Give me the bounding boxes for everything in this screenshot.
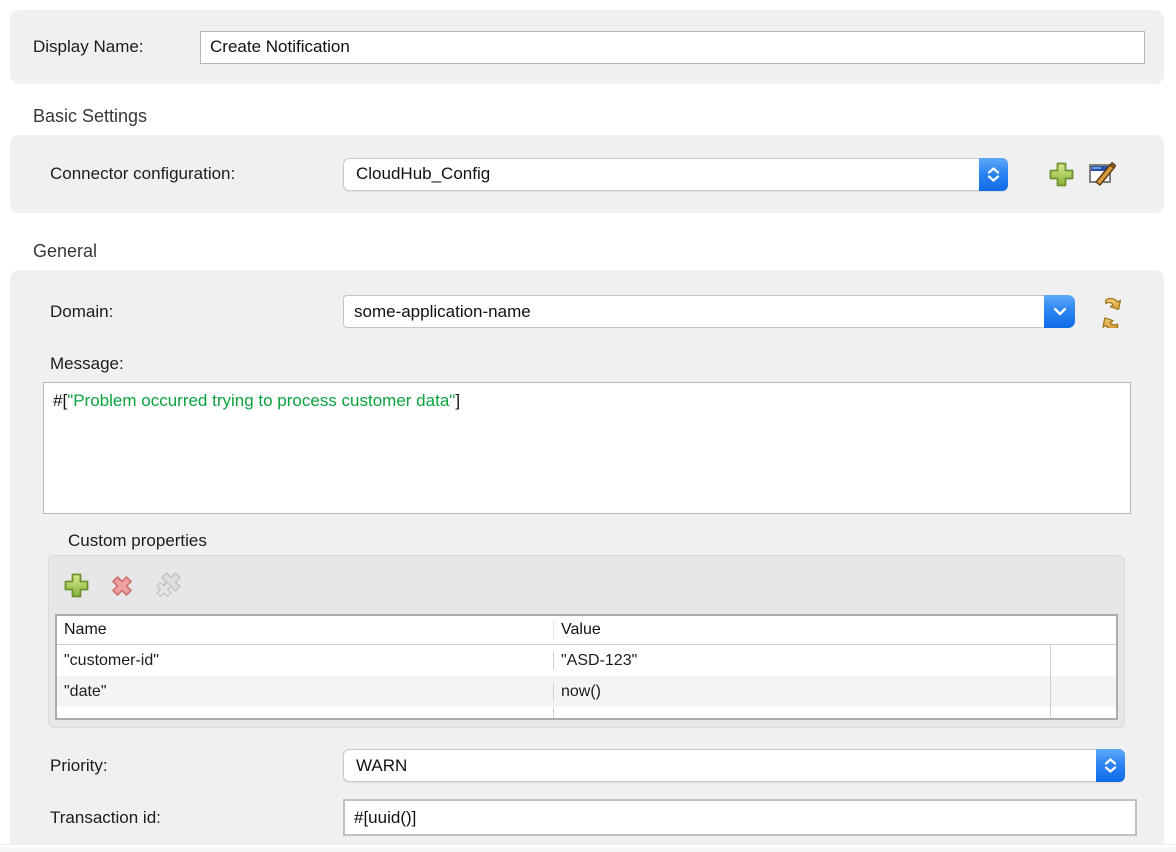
delete-property-button[interactable] [108, 572, 136, 599]
priority-select[interactable]: WARN [343, 749, 1125, 782]
general-panel: Domain: some-application-name Message: #… [10, 270, 1164, 851]
table-header-row: Name Value [57, 616, 1116, 645]
column-header-extra [1050, 616, 1116, 644]
display-name-panel: Display Name: Create Notification [10, 10, 1164, 84]
delete-all-properties-button[interactable] [154, 571, 184, 599]
plus-icon [63, 572, 90, 599]
domain-label: Domain: [50, 302, 343, 322]
transaction-id-input[interactable]: #[uuid()] [343, 799, 1137, 836]
transaction-id-label: Transaction id: [50, 808, 343, 828]
display-name-input[interactable]: Create Notification [200, 31, 1145, 64]
expr-prefix: #[ [53, 391, 67, 410]
red-x-icon [108, 572, 136, 599]
custom-properties-panel: Name Value "customer-id" "ASD-123" "date… [48, 555, 1125, 728]
column-header-value[interactable]: Value [553, 621, 1050, 639]
connector-configuration-label: Connector configuration: [50, 164, 343, 184]
basic-settings-title: Basic Settings [33, 105, 1176, 127]
custom-properties-table[interactable]: Name Value "customer-id" "ASD-123" "date… [55, 614, 1118, 720]
domain-value[interactable]: some-application-name [343, 295, 1044, 328]
column-header-name[interactable]: Name [57, 621, 553, 639]
priority-label: Priority: [50, 756, 343, 776]
custom-properties-title: Custom properties [68, 530, 1164, 552]
bottom-divider [0, 844, 1176, 852]
priority-value: WARN [344, 756, 1096, 776]
table-row[interactable]: "date" now() [57, 676, 1116, 707]
plus-icon [1048, 161, 1075, 188]
message-textarea[interactable]: #["Problem occurred trying to process cu… [43, 382, 1131, 514]
chevron-down-icon [1053, 307, 1067, 316]
add-config-button[interactable] [1048, 161, 1075, 188]
refresh-icon [1095, 296, 1127, 328]
priority-row: Priority: WARN [10, 749, 1164, 782]
cell-name[interactable]: "date" [57, 683, 553, 701]
basic-settings-panel: Connector configuration: CloudHub_Config [10, 135, 1164, 213]
cell-extra [1050, 676, 1116, 707]
edit-icon [1088, 161, 1116, 187]
combo-dropdown-button[interactable] [1044, 295, 1075, 328]
connector-configuration-value: CloudHub_Config [344, 164, 979, 184]
refresh-domains-button[interactable] [1095, 296, 1127, 328]
edit-config-button[interactable] [1088, 161, 1116, 187]
custom-properties-toolbar [49, 556, 1124, 614]
expr-string: "Problem occurred trying to process cust… [67, 391, 455, 410]
transaction-id-row: Transaction id: #[uuid()] [10, 799, 1164, 836]
gray-double-x-icon [154, 571, 184, 599]
table-empty-space [57, 707, 1116, 718]
message-label: Message: [50, 353, 1164, 375]
popup-stepper-icon [1096, 749, 1125, 782]
cell-value[interactable]: "ASD-123" [553, 652, 1050, 670]
display-name-label: Display Name: [33, 37, 200, 57]
cell-extra [1050, 645, 1116, 676]
add-property-button[interactable] [63, 572, 90, 599]
expr-suffix: ] [455, 391, 460, 410]
domain-combo[interactable]: some-application-name [343, 295, 1075, 328]
popup-stepper-icon [979, 158, 1008, 191]
cell-value[interactable]: now() [553, 683, 1050, 701]
cell-name[interactable]: "customer-id" [57, 652, 553, 670]
connector-configuration-select[interactable]: CloudHub_Config [343, 158, 1008, 191]
table-row[interactable]: "customer-id" "ASD-123" [57, 645, 1116, 676]
domain-row: Domain: some-application-name [10, 295, 1164, 328]
general-title: General [33, 240, 1176, 262]
